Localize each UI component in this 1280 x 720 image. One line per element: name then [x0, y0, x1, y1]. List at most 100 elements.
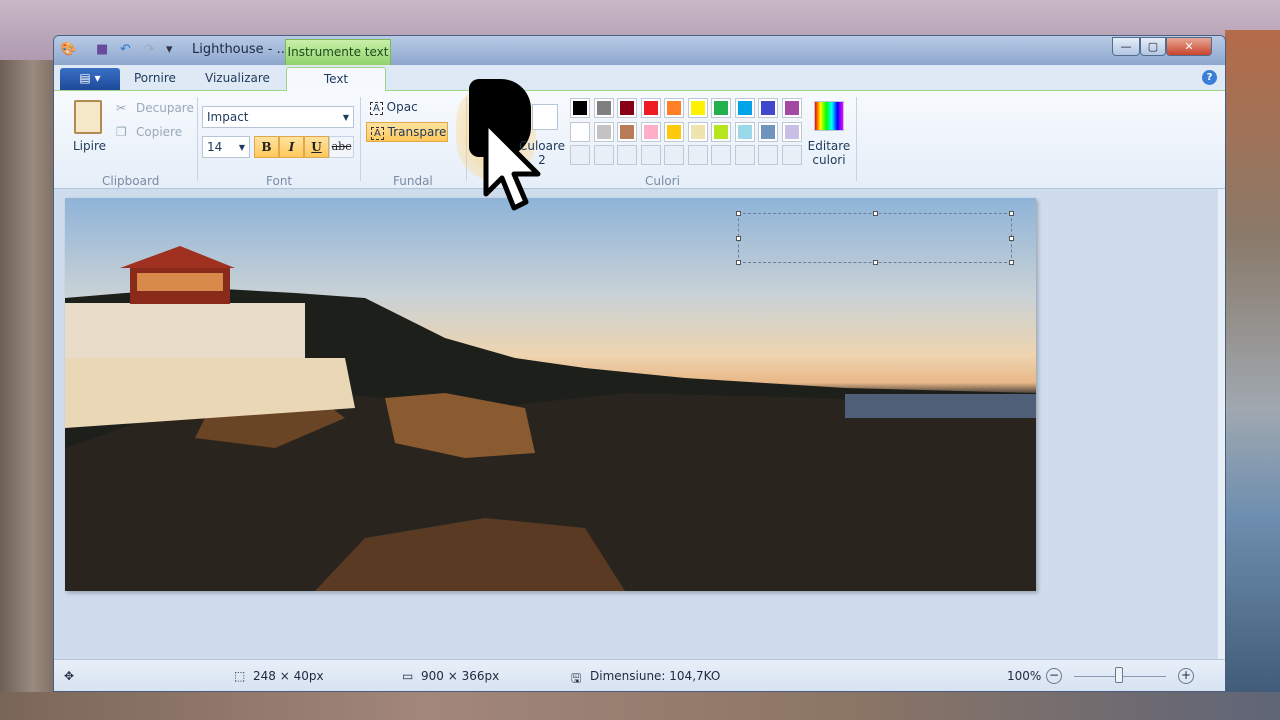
color-swatch[interactable] — [781, 98, 802, 118]
zoom-out-button[interactable]: − — [1046, 668, 1062, 684]
lighthouse-roof — [120, 246, 235, 268]
copy-button[interactable]: Copiere — [136, 125, 182, 139]
custom-color-slot[interactable] — [593, 145, 614, 165]
redo-icon[interactable]: ↷ — [144, 42, 155, 57]
desktop-background — [0, 60, 55, 720]
tab-text[interactable]: Text — [286, 67, 386, 92]
resize-handle[interactable] — [1009, 236, 1014, 241]
custom-color-slot[interactable] — [711, 145, 731, 165]
color-swatch[interactable] — [687, 98, 708, 118]
opaque-option[interactable]: A Opac — [366, 98, 422, 118]
minimize-button[interactable]: — — [1112, 37, 1140, 56]
save-icon[interactable]: ■ — [96, 42, 108, 57]
divider — [360, 97, 361, 181]
color-swatch[interactable] — [687, 121, 708, 142]
copy-icon: ❐ — [116, 125, 127, 139]
context-tab-text-tools: Instrumente text — [285, 39, 391, 66]
custom-color-slot[interactable] — [687, 145, 708, 165]
resize-handle[interactable] — [873, 211, 878, 216]
zoom-level: 100% — [1007, 669, 1042, 683]
color-swatch[interactable] — [758, 98, 778, 118]
resize-handle[interactable] — [736, 236, 741, 241]
file-size: Dimensiune: 104,7KO — [590, 669, 721, 683]
font-family-value: Impact — [207, 110, 249, 124]
desktop-background — [1225, 30, 1280, 720]
image-size: 900 × 366px — [421, 669, 500, 683]
custom-color-slot[interactable] — [734, 145, 755, 165]
paint-palette-icon[interactable]: 🎨 — [60, 42, 76, 57]
sea — [845, 394, 1036, 418]
edit-colors-icon — [814, 101, 844, 131]
custom-color-slot[interactable] — [664, 145, 684, 165]
zoom-slider-thumb[interactable] — [1115, 667, 1123, 683]
font-size-value: 14 — [207, 140, 223, 154]
group-label-colors: Culori — [645, 174, 680, 188]
color-swatch[interactable] — [570, 121, 590, 142]
color-swatch[interactable] — [781, 121, 802, 142]
move-icon: ✥ — [64, 669, 75, 683]
custom-color-slot[interactable] — [617, 145, 637, 165]
window-title: Lighthouse - ... — [192, 42, 289, 57]
status-bar: ✥ ⬚ 248 × 40px ▭ 900 × 366px 🖫 Dimensiun… — [54, 659, 1225, 691]
lighthouse-base — [65, 303, 305, 358]
divider — [856, 97, 857, 181]
close-button[interactable]: ✕ — [1166, 37, 1212, 56]
strikethrough-button[interactable]: abc — [329, 136, 354, 158]
undo-icon[interactable]: ↶ — [120, 42, 131, 57]
transparent-option[interactable]: A Transparent — [366, 122, 448, 142]
group-label-background: Fundal — [393, 174, 433, 188]
group-label-clipboard: Clipboard — [102, 174, 160, 188]
color-swatch[interactable] — [570, 98, 590, 118]
paste-icon[interactable] — [74, 100, 102, 134]
underline-button[interactable]: U — [304, 136, 329, 158]
mouse-cursor-icon — [483, 119, 541, 211]
color-swatch[interactable] — [617, 121, 637, 142]
custom-color-slot[interactable] — [781, 145, 802, 165]
text-selection-box[interactable] — [736, 211, 1014, 265]
resize-handle[interactable] — [873, 260, 878, 265]
custom-color-slot[interactable] — [758, 145, 778, 165]
opaque-label: Opac — [386, 100, 418, 114]
italic-button[interactable]: I — [279, 136, 304, 158]
tab-pornire[interactable]: Pornire — [134, 71, 176, 85]
font-family-select[interactable]: Impact ▼ — [202, 106, 354, 128]
color-swatch[interactable] — [711, 98, 731, 118]
custom-color-slot[interactable] — [570, 145, 590, 165]
bold-button[interactable]: B — [254, 136, 279, 158]
custom-color-slot[interactable] — [640, 145, 661, 165]
resize-handle[interactable] — [1009, 211, 1014, 216]
color-swatch[interactable] — [593, 121, 614, 142]
color-swatch[interactable] — [593, 98, 614, 118]
customize-quick-access[interactable]: ▾ — [166, 42, 173, 57]
background-icon: A — [371, 127, 384, 140]
image-size-icon: ▭ — [402, 669, 414, 683]
zoom-in-button[interactable]: + — [1178, 668, 1194, 684]
maximize-button[interactable]: ▢ — [1140, 37, 1166, 56]
selection-size-icon: ⬚ — [234, 669, 246, 683]
resize-handle[interactable] — [1009, 260, 1014, 265]
color-swatch[interactable] — [617, 98, 637, 118]
color-swatch[interactable] — [664, 121, 684, 142]
resize-handle[interactable] — [736, 260, 741, 265]
color-swatch[interactable] — [711, 121, 731, 142]
tab-vizualizare[interactable]: Vizualizare — [205, 71, 270, 85]
vertical-scrollbar[interactable] — [1218, 189, 1225, 659]
color-swatch[interactable] — [640, 98, 661, 118]
help-icon[interactable]: ? — [1202, 70, 1217, 85]
paste-button[interactable]: Lipire — [73, 139, 106, 153]
canvas-area[interactable] — [54, 189, 1220, 659]
resize-handle[interactable] — [736, 211, 741, 216]
color-swatch[interactable] — [734, 98, 755, 118]
color-swatch[interactable] — [758, 121, 778, 142]
color-swatch[interactable] — [734, 121, 755, 142]
color-swatch[interactable] — [640, 121, 661, 142]
cut-icon: ✂ — [116, 101, 127, 115]
file-menu-button[interactable]: ▤ ▾ — [60, 68, 120, 90]
color-swatch[interactable] — [664, 98, 684, 118]
edit-colors-button[interactable]: Editare culori — [806, 139, 852, 167]
font-size-select[interactable]: 14 ▼ — [202, 136, 250, 158]
ribbon: Lipire ✂ Decupare ❐ Copiere Clipboard Im… — [54, 79, 1225, 189]
selection-size: 248 × 40px — [253, 669, 324, 683]
cut-button[interactable]: Decupare — [136, 101, 194, 115]
transparent-label: Transparent — [387, 125, 447, 139]
